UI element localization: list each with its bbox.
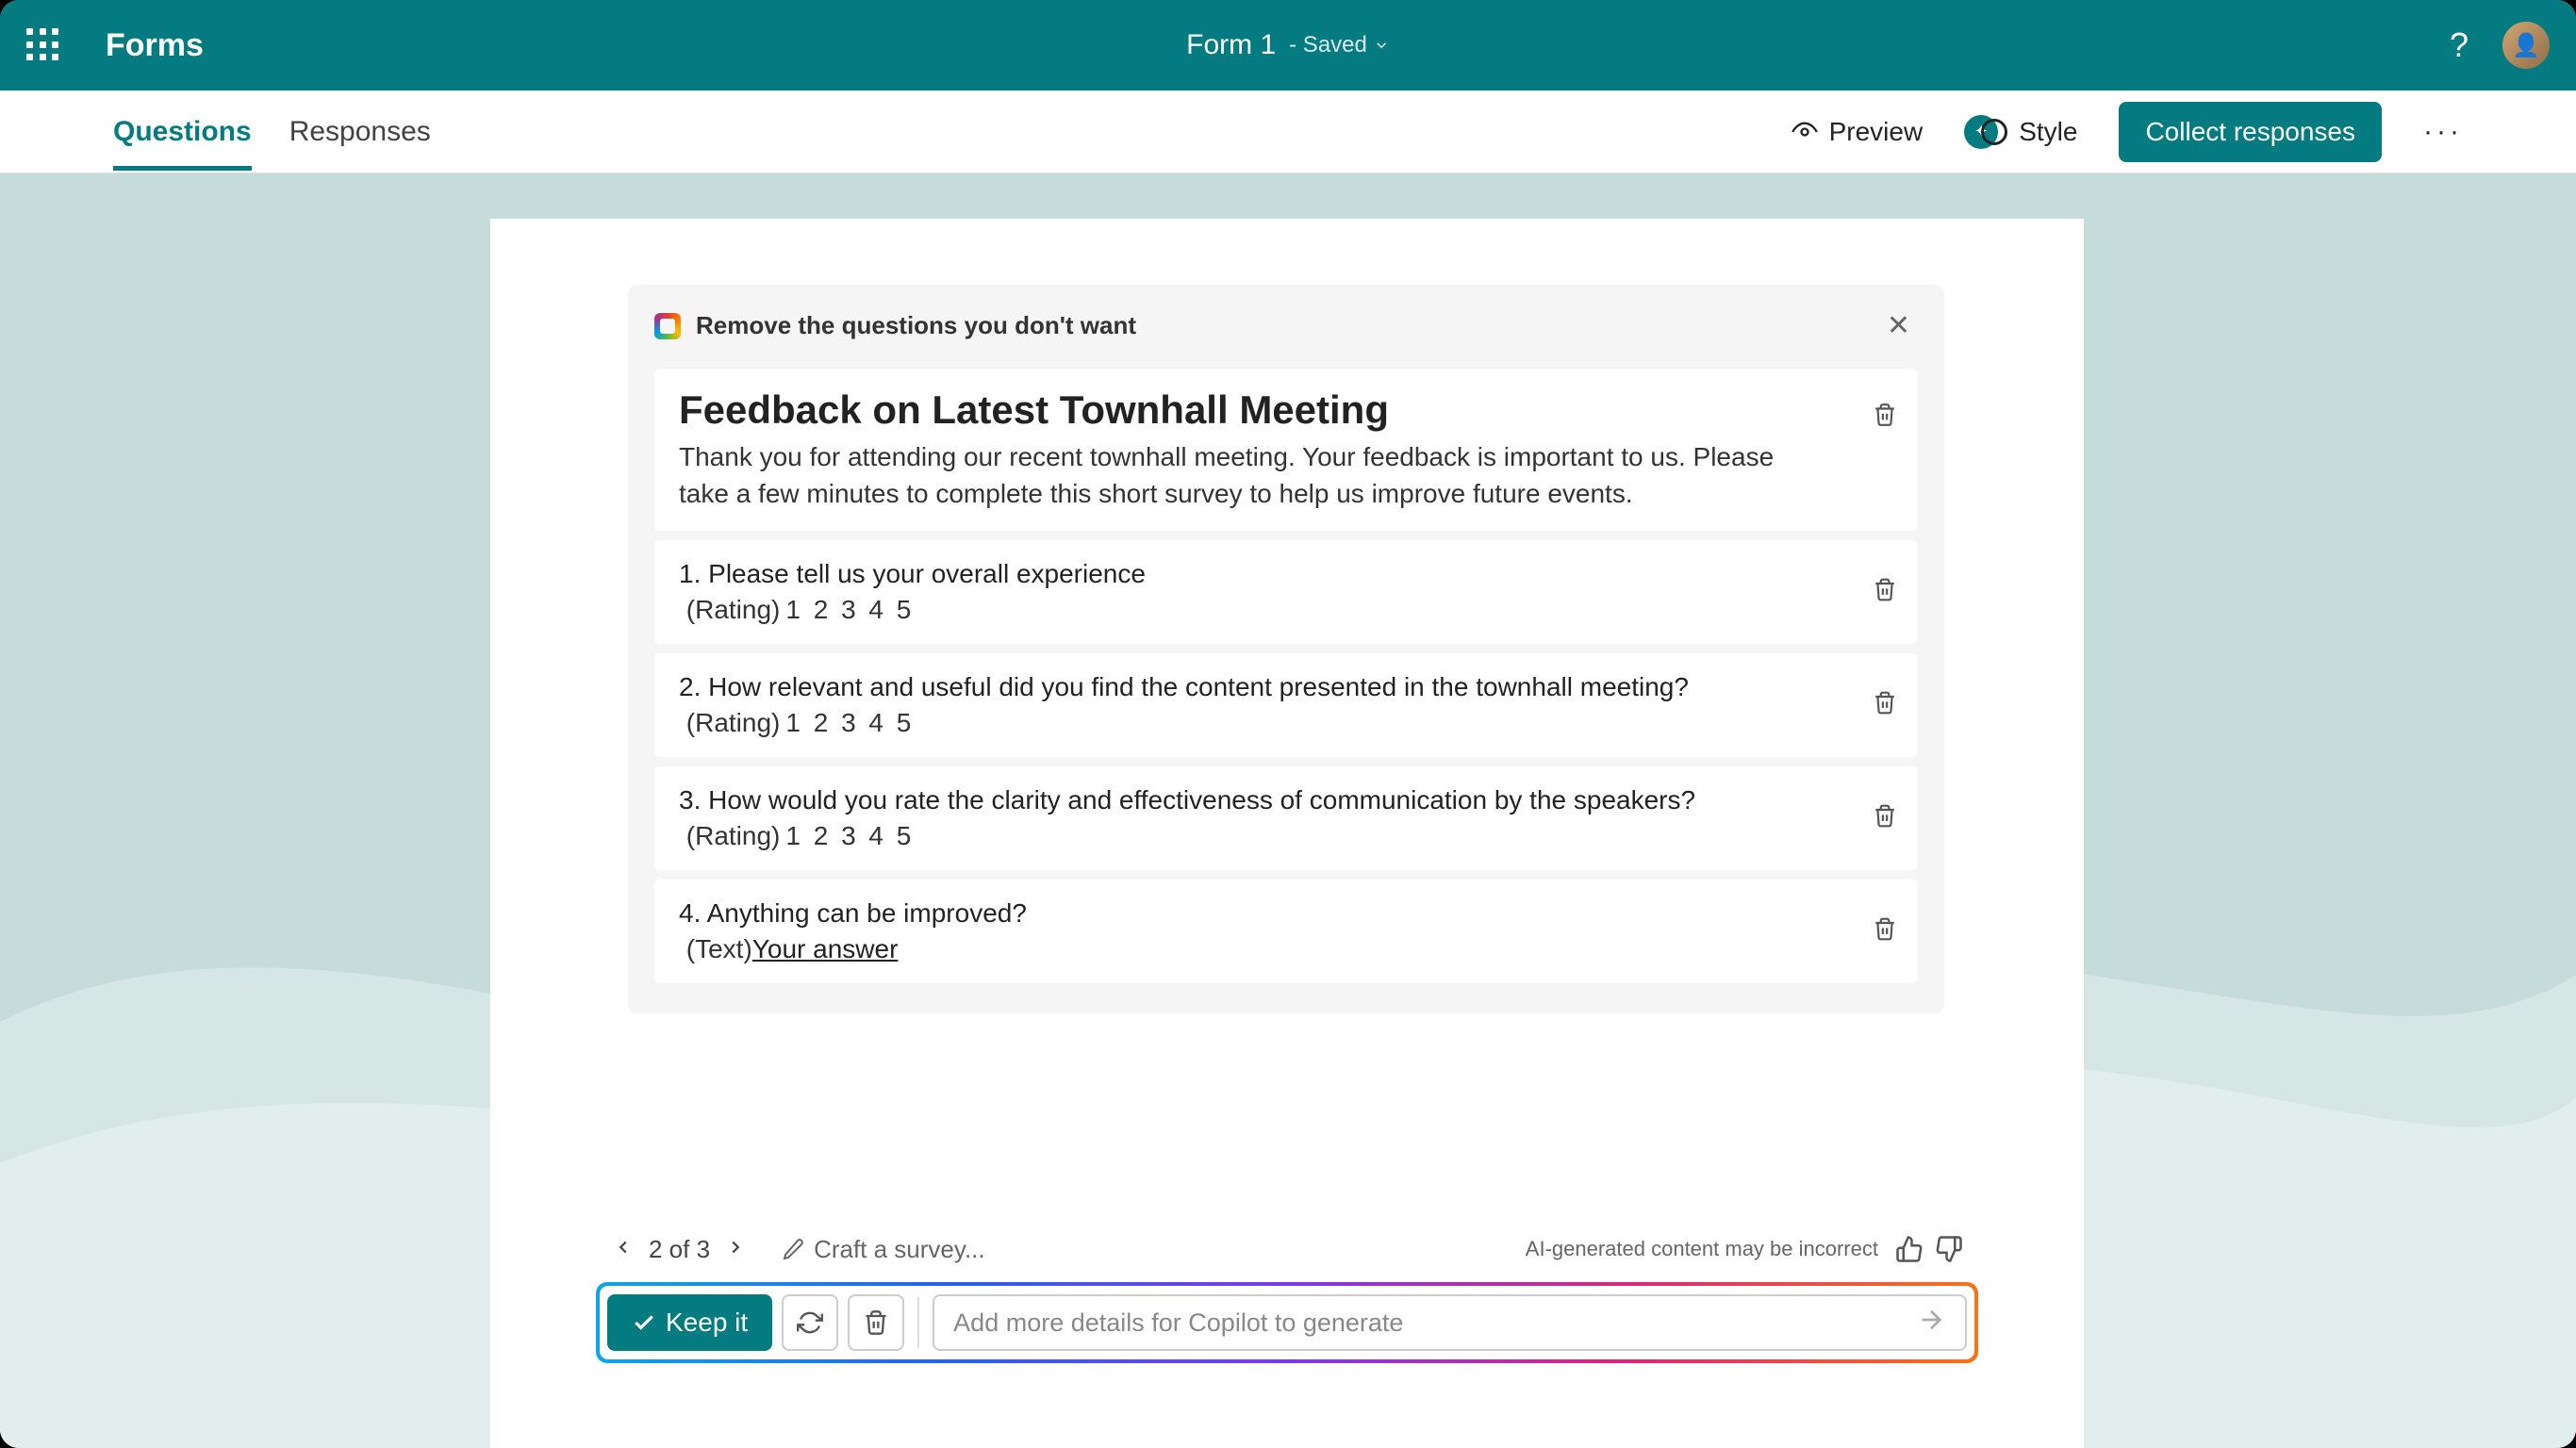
ai-disclaimer: AI-generated content may be incorrect: [1526, 1237, 1878, 1261]
question-meta: (Rating)1 2 3 4 5: [679, 708, 1893, 738]
copilot-input-row: Keep it Add more details for Copilot to …: [596, 1282, 1978, 1363]
style-button[interactable]: ✦ Style: [1964, 115, 2077, 149]
question-card[interactable]: 2. How relevant and useful did you find …: [654, 653, 1918, 757]
delete-icon[interactable]: [1873, 578, 1897, 607]
trash-icon: [863, 1309, 889, 1336]
question-meta: (Text)Your answer: [679, 934, 1893, 964]
delete-icon[interactable]: [1873, 804, 1897, 833]
question-card[interactable]: 1. Please tell us your overall experienc…: [654, 540, 1918, 644]
discard-button[interactable]: [848, 1294, 904, 1351]
form-title: Form 1: [1186, 29, 1276, 61]
copilot-draft-panel: Remove the questions you don't want ✕ Fe…: [628, 285, 1944, 1013]
submit-arrow-icon[interactable]: [1916, 1305, 1946, 1341]
header-bar: Forms Form 1 - Saved ? 👤: [0, 0, 2576, 90]
thumbs-down-icon[interactable]: [1935, 1235, 1963, 1263]
preview-button[interactable]: Preview: [1792, 117, 1924, 147]
form-header-card[interactable]: Feedback on Latest Townhall Meeting Than…: [654, 369, 1918, 531]
tab-bar: Questions Responses Preview ✦ Style Coll…: [0, 90, 2576, 173]
draft-nav-row: 2 of 3 Craft a survey... AI-generated co…: [605, 1233, 1969, 1265]
prompt-placeholder: Add more details for Copilot to generate: [953, 1308, 1403, 1338]
draft-counter: 2 of 3: [649, 1235, 710, 1264]
brand-label: Forms: [106, 27, 204, 64]
delete-icon[interactable]: [1873, 403, 1897, 432]
check-icon: [632, 1310, 656, 1335]
prev-draft-button[interactable]: [605, 1233, 641, 1265]
save-status: - Saved: [1289, 32, 1390, 58]
question-card[interactable]: 3. How would you rate the clarity and ef…: [654, 766, 1918, 870]
refresh-icon: [797, 1309, 823, 1336]
question-meta: (Rating)1 2 3 4 5: [679, 821, 1893, 851]
collect-responses-button[interactable]: Collect responses: [2119, 102, 2382, 162]
next-draft-button[interactable]: [718, 1233, 753, 1265]
copilot-icon: [654, 313, 681, 339]
thumbs-up-icon[interactable]: [1895, 1235, 1924, 1263]
delete-icon[interactable]: [1873, 917, 1897, 946]
draft-hint: Remove the questions you don't want: [696, 311, 1136, 340]
chevron-down-icon: [1373, 37, 1390, 54]
form-heading: Feedback on Latest Townhall Meeting: [679, 387, 1893, 433]
help-icon[interactable]: ?: [2450, 25, 2469, 65]
pencil-icon: [782, 1238, 804, 1260]
more-menu-icon[interactable]: ···: [2423, 116, 2463, 148]
question-text: 2. How relevant and useful did you find …: [679, 672, 1893, 702]
avatar[interactable]: 👤: [2502, 22, 2550, 69]
tab-questions[interactable]: Questions: [113, 93, 252, 171]
copilot-prompt-input[interactable]: Add more details for Copilot to generate: [933, 1294, 1967, 1351]
app-launcher-icon[interactable]: [26, 28, 60, 62]
form-description: Thank you for attending our recent townh…: [679, 438, 1792, 512]
document-title-group[interactable]: Form 1 - Saved: [1186, 29, 1390, 61]
regenerate-button[interactable]: [782, 1294, 838, 1351]
craft-survey-button[interactable]: Craft a survey...: [782, 1235, 985, 1264]
question-text: 4. Anything can be improved?: [679, 898, 1893, 929]
answer-placeholder: Your answer: [752, 934, 899, 963]
form-paper: Remove the questions you don't want ✕ Fe…: [490, 219, 2084, 1448]
keep-it-button[interactable]: Keep it: [607, 1294, 772, 1351]
eye-icon: [1792, 119, 1818, 145]
question-text: 3. How would you rate the clarity and ef…: [679, 785, 1893, 815]
separator: [917, 1297, 919, 1348]
question-meta: (Rating)1 2 3 4 5: [679, 595, 1893, 625]
question-text: 1. Please tell us your overall experienc…: [679, 559, 1893, 589]
app-window: Forms Form 1 - Saved ? 👤 Questions Respo…: [0, 0, 2576, 1448]
close-icon[interactable]: ✕: [1879, 305, 1918, 346]
delete-icon[interactable]: [1873, 691, 1897, 720]
palette-circle-icon: [1981, 119, 2007, 145]
question-card[interactable]: 4. Anything can be improved? (Text)Your …: [654, 880, 1918, 983]
canvas-area: Remove the questions you don't want ✕ Fe…: [0, 173, 2576, 1448]
tab-responses[interactable]: Responses: [289, 93, 431, 171]
